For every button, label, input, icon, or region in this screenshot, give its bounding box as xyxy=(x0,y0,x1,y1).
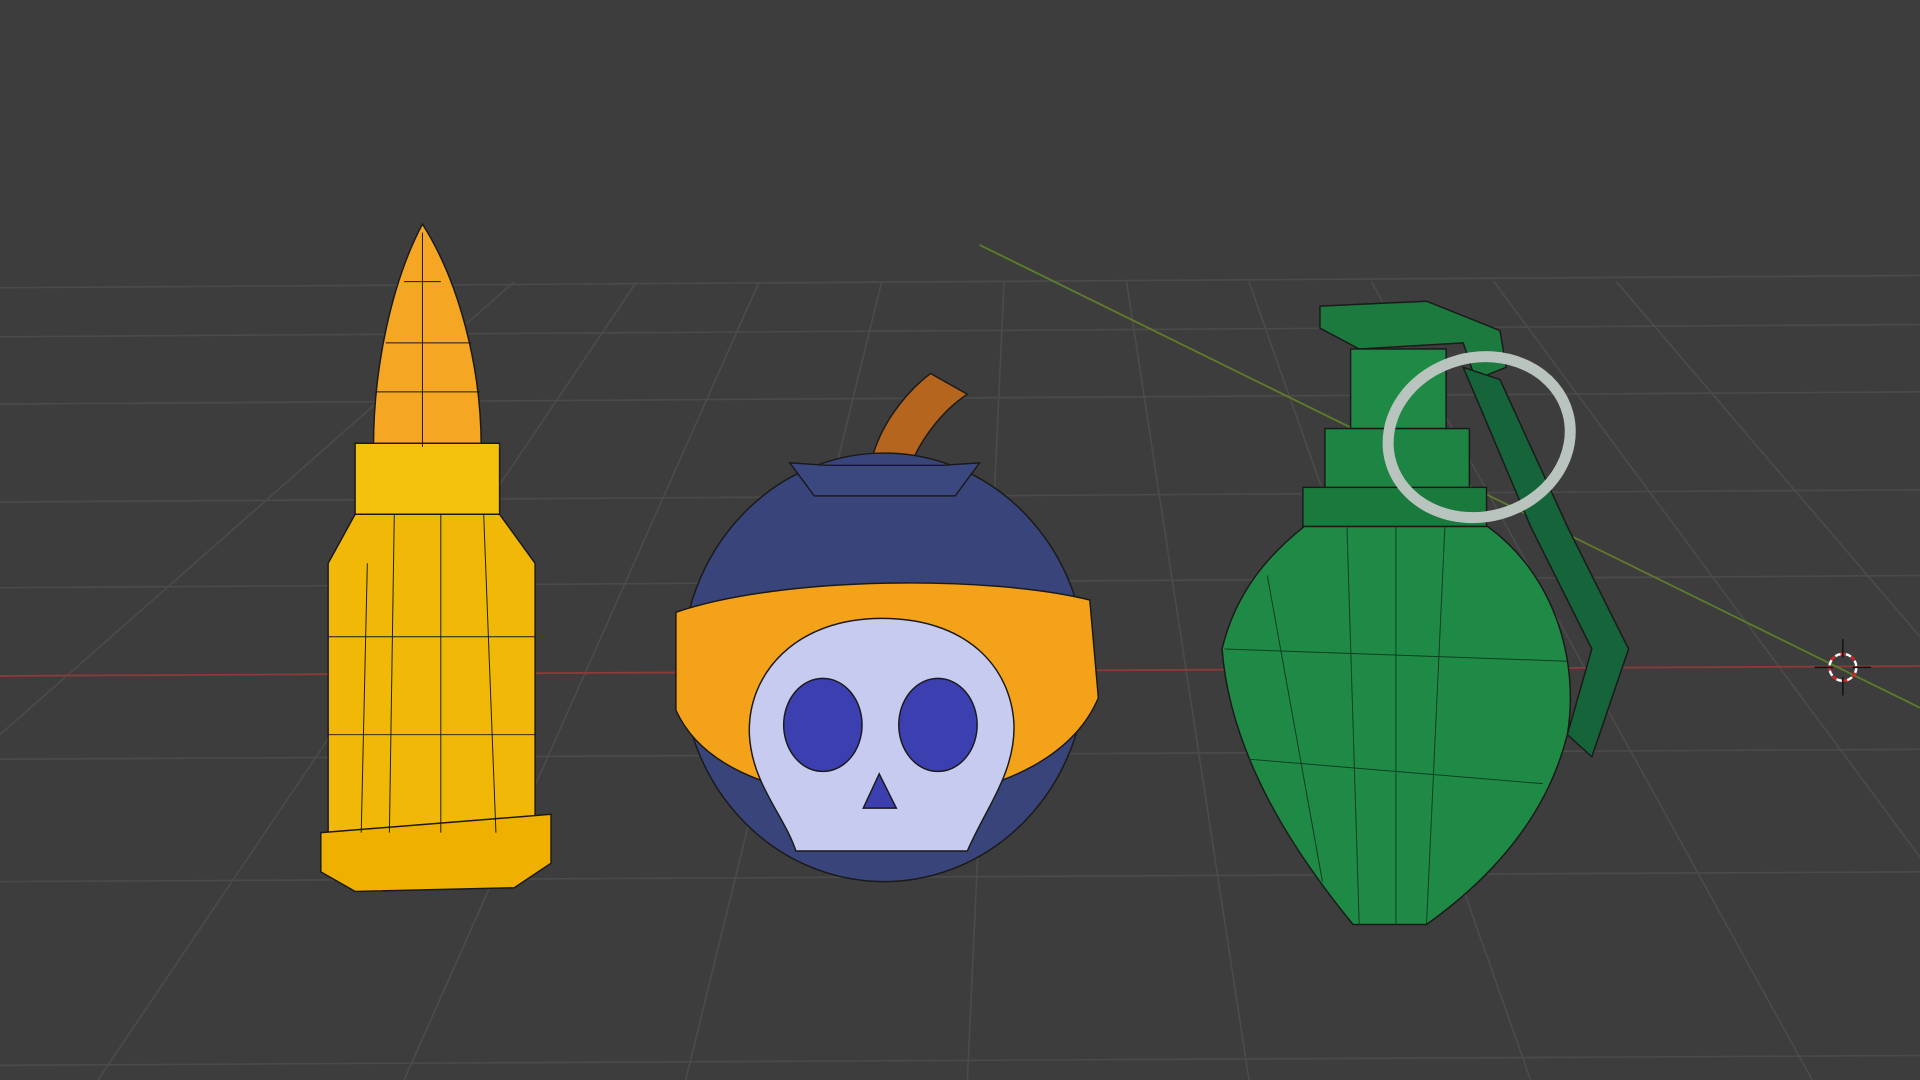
3d-viewport[interactable] xyxy=(0,0,1920,1080)
